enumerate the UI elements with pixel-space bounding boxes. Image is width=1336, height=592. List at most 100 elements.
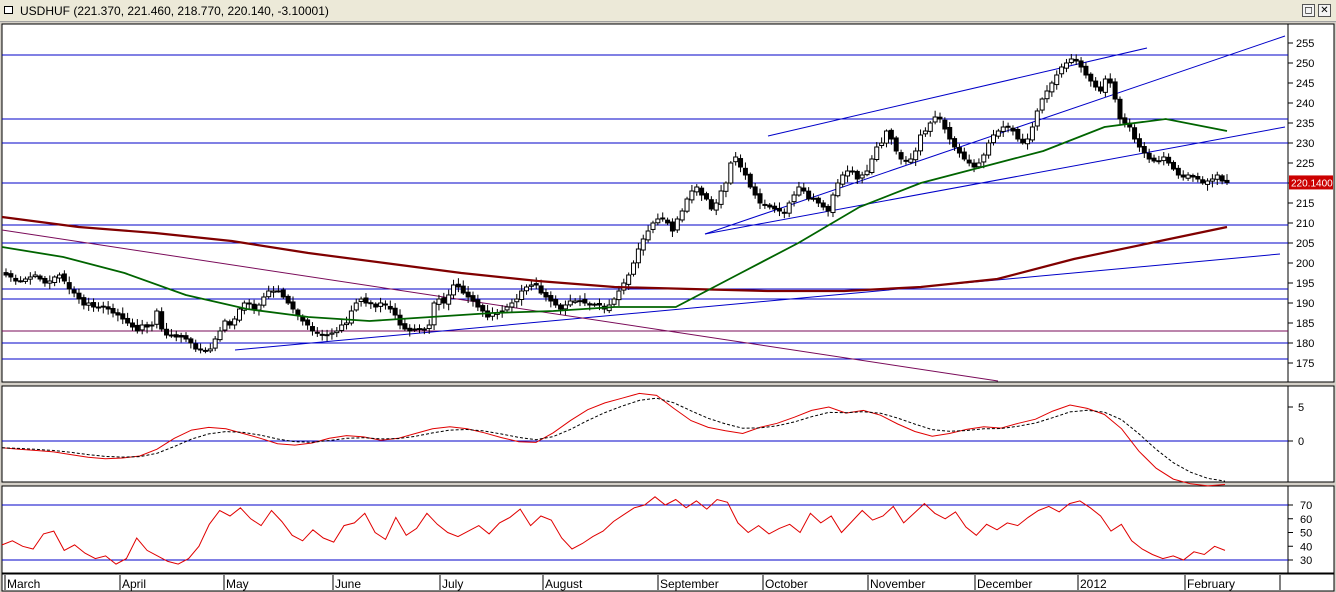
price-tick-label: 245 (1296, 78, 1314, 90)
candle-up (562, 304, 568, 310)
candle-down (1078, 60, 1084, 68)
candle-down (193, 343, 199, 350)
candle-down (772, 205, 778, 210)
candle-down (324, 334, 330, 337)
candle-down (1195, 176, 1201, 180)
restore-button[interactable]: ◻ (1302, 4, 1315, 17)
candle-up (645, 230, 651, 241)
candle-down (577, 300, 583, 303)
candle-up (859, 174, 865, 179)
candle-up (1049, 82, 1055, 93)
candle-down (42, 277, 48, 284)
candle-up (830, 194, 836, 214)
candle-up (52, 276, 58, 284)
candle-up (514, 298, 520, 303)
candle-up (616, 290, 622, 301)
candle-up (348, 310, 354, 324)
candle-up (976, 162, 982, 168)
candle-down (3, 272, 9, 276)
candle-down (1107, 78, 1113, 84)
candle-down (465, 291, 471, 298)
candle-down (125, 317, 131, 324)
candle-down (392, 307, 398, 316)
price-panel (1, 23, 1289, 383)
rsi-tick-label: 50 (1300, 528, 1312, 540)
candle-down (538, 285, 544, 294)
candle-up (154, 310, 160, 325)
candle-down (903, 159, 909, 162)
candle-down (159, 311, 165, 330)
candle-up (358, 298, 364, 302)
candle-up (266, 290, 272, 298)
candle-up (1185, 174, 1191, 179)
candle-up (927, 122, 933, 132)
candle-down (81, 297, 87, 306)
candle-up (650, 222, 656, 230)
candle-up (271, 290, 277, 293)
candle-down (183, 335, 189, 340)
month-label: May (226, 577, 249, 591)
candle-up (913, 150, 919, 161)
candle-down (582, 298, 588, 304)
price-tick-label: 185 (1296, 318, 1314, 330)
candle-up (689, 190, 695, 201)
candle-down (1010, 127, 1016, 132)
candle-down (314, 331, 320, 334)
price-tick-label: 210 (1296, 218, 1314, 230)
candle-down (1073, 58, 1079, 62)
candle-down (1083, 65, 1089, 76)
candle-up (611, 298, 617, 305)
month-label: 2012 (1080, 577, 1107, 591)
candle-up (139, 324, 145, 331)
candle-down (1005, 125, 1011, 128)
candle-down (747, 173, 753, 188)
candle-up (334, 330, 340, 334)
candle-down (1170, 161, 1176, 170)
candle-down (470, 295, 476, 302)
candle-down (1020, 138, 1026, 144)
candle-up (451, 284, 457, 296)
candle-up (509, 302, 515, 308)
candle-up (47, 280, 53, 284)
candle-down (699, 187, 705, 196)
close-button[interactable]: ✕ (1318, 4, 1331, 17)
candle-down (752, 186, 758, 196)
price-tick-label: 235 (1296, 118, 1314, 130)
candle-up (1044, 90, 1050, 100)
rsi-tick-label: 30 (1300, 555, 1312, 567)
month-label: February (1187, 577, 1235, 591)
candle-up (198, 348, 204, 351)
chart-area: 1751801851901952002052102152202252302352… (1, 23, 1335, 592)
candle-down (849, 170, 855, 173)
candle-down (18, 280, 24, 283)
candle-down (956, 147, 962, 154)
candle-up (22, 278, 28, 282)
candle-down (592, 303, 598, 306)
candle-down (971, 162, 977, 168)
chart-title: USDHUF (221.370, 221.460, 218.770, 220.1… (20, 4, 329, 18)
candle-up (1000, 126, 1006, 132)
candle-down (227, 321, 233, 326)
candle-down (1015, 128, 1021, 140)
candle-down (387, 305, 393, 310)
candle-down (173, 334, 179, 338)
candle-down (738, 158, 744, 168)
candle-down (898, 152, 904, 160)
candle-up (232, 318, 238, 326)
candle-up (236, 308, 242, 321)
candle-up (217, 330, 223, 341)
candle-up (723, 182, 729, 192)
last-price-label: 220.1400 (1291, 178, 1333, 189)
candle-down (13, 277, 19, 282)
candle-up (1025, 138, 1031, 145)
candle-down (363, 297, 369, 304)
price-tick-label: 230 (1296, 138, 1314, 150)
candle-down (1136, 138, 1142, 148)
candle-up (626, 274, 632, 285)
candle-down (455, 283, 461, 288)
candle-up (995, 130, 1001, 137)
month-label: July (442, 577, 463, 591)
macd-panel (1, 385, 1289, 483)
price-tick-label: 200 (1296, 258, 1314, 270)
candle-down (100, 305, 106, 308)
